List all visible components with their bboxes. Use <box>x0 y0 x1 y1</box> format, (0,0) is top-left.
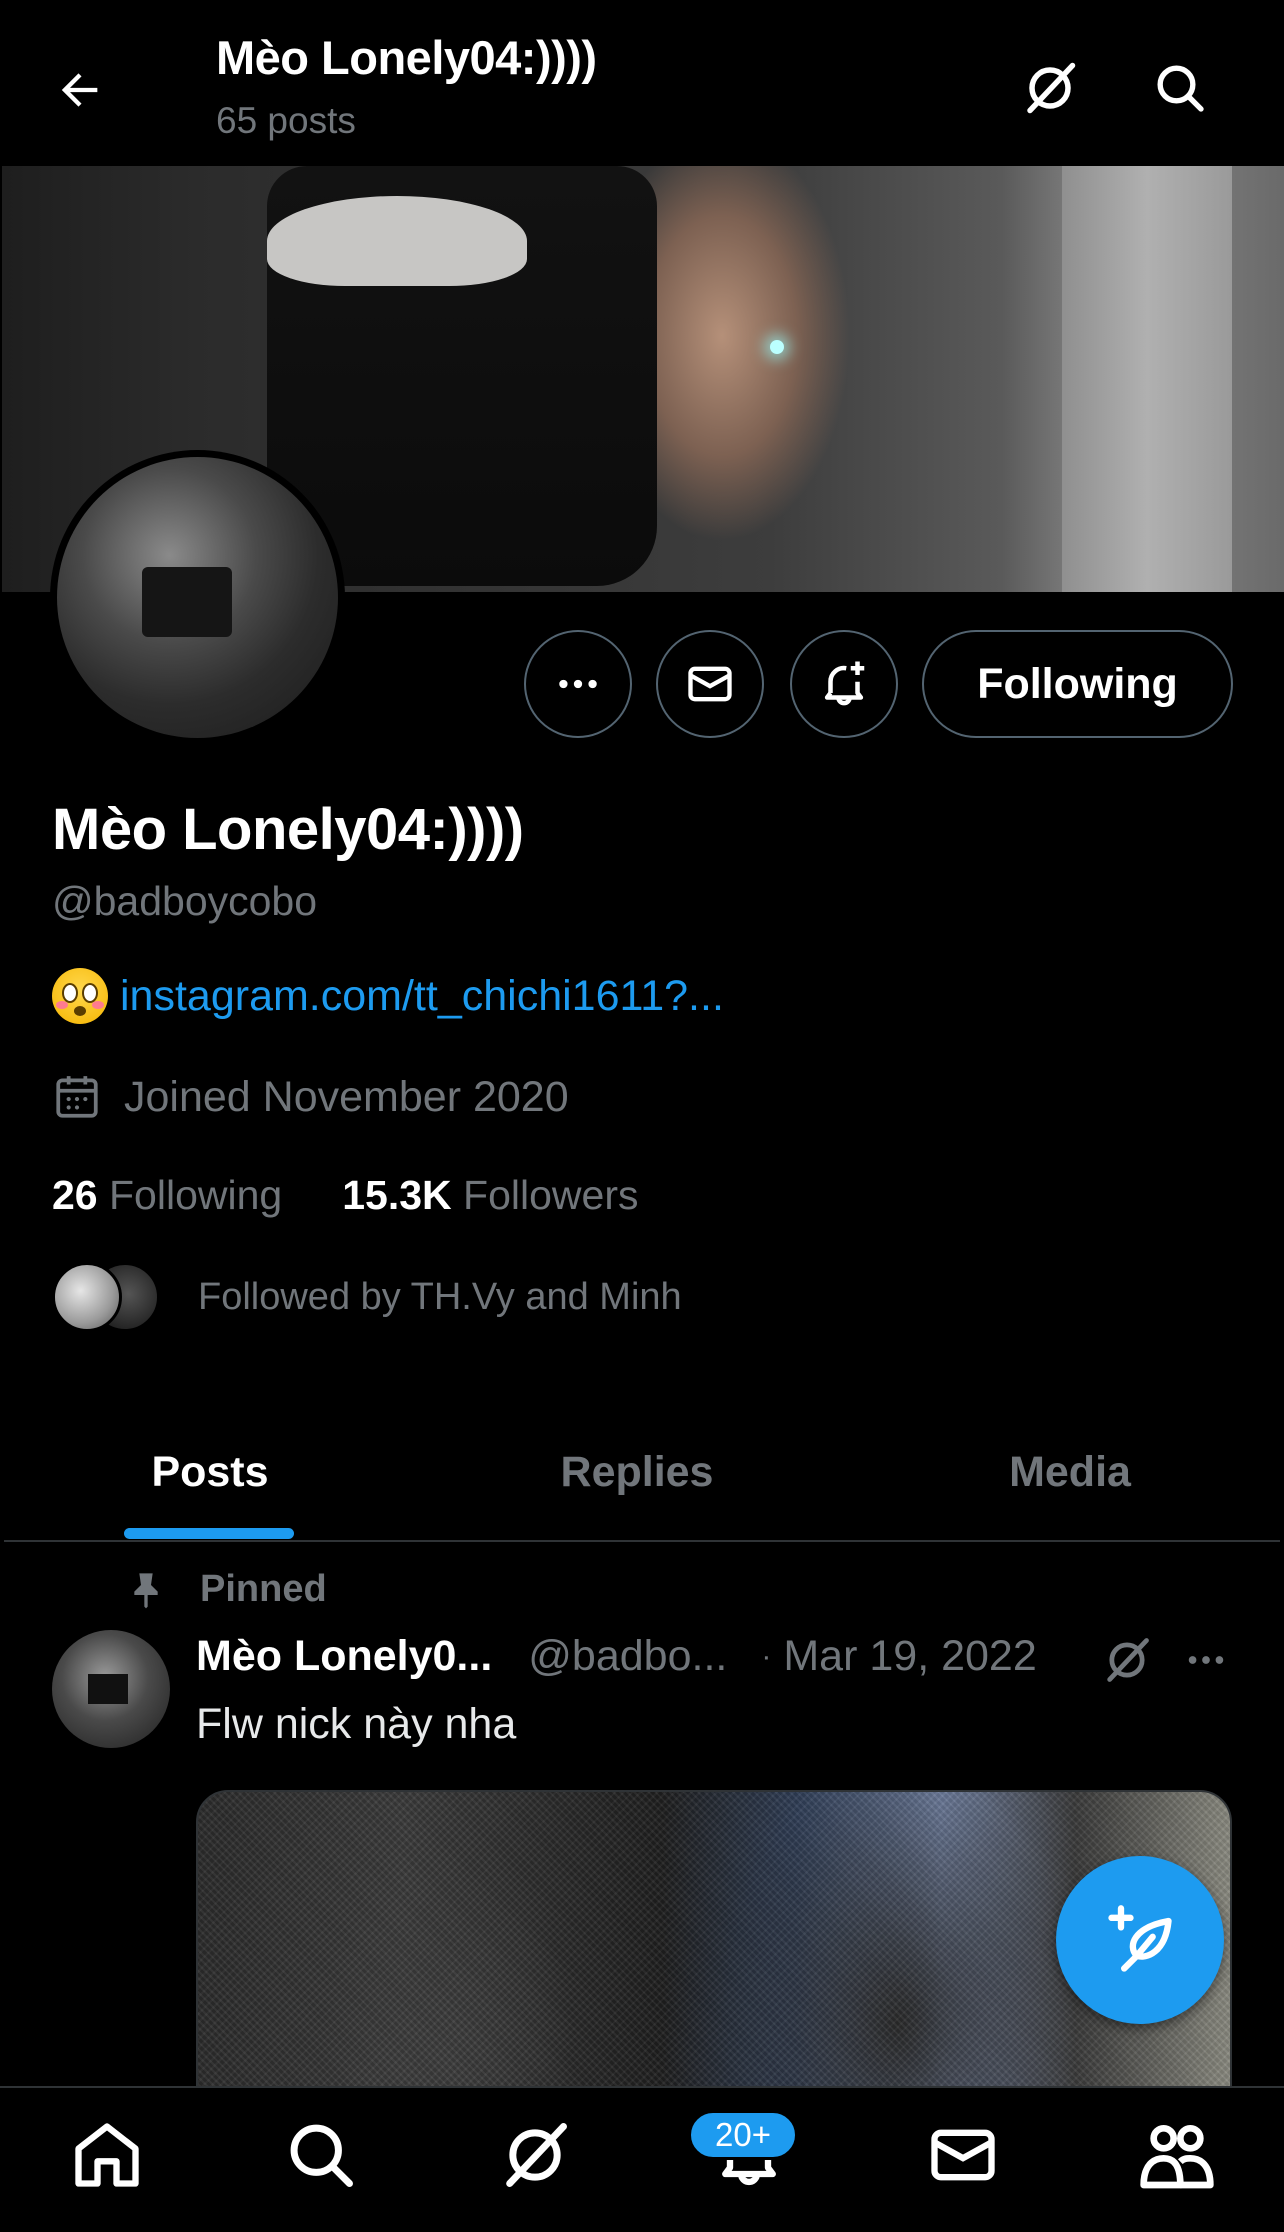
nav-messages[interactable] <box>908 2100 1018 2210</box>
following-stat[interactable]: 26 Following <box>52 1172 282 1219</box>
following-label: Following <box>109 1172 283 1218</box>
top-bar <box>0 0 1284 166</box>
post-grok-button[interactable] <box>1092 1630 1162 1690</box>
mail-icon <box>688 666 732 702</box>
search-button[interactable] <box>1140 48 1220 128</box>
grok-icon <box>1107 1638 1149 1682</box>
notifications-badge: 20+ <box>688 2110 798 2160</box>
following-button[interactable]: Following <box>922 630 1233 738</box>
back-arrow-icon <box>61 73 98 107</box>
compose-feather-icon <box>1108 1905 1172 1972</box>
bell-plus-icon <box>824 661 865 706</box>
more-button[interactable] <box>524 630 632 738</box>
grok-button[interactable] <box>1010 48 1090 128</box>
post-count: 65 posts <box>216 100 356 141</box>
bio-link[interactable]: instagram.com/tt_chichi1611?... <box>120 972 724 1021</box>
post-more-button[interactable] <box>1176 1630 1236 1690</box>
post-author-name[interactable]: Mèo Lonely0... <box>196 1632 492 1681</box>
grok-icon <box>506 2123 567 2187</box>
calendar-icon <box>56 1076 98 1118</box>
post-text: Flw nick này nha <box>196 1700 517 1748</box>
following-count: 26 <box>52 1172 98 1218</box>
post-author-handle[interactable]: @badbo... <box>528 1632 727 1681</box>
banner-light <box>770 340 784 354</box>
bottom-navigation <box>0 2086 1284 2232</box>
post-date[interactable]: Mar 19, 2022 <box>783 1632 1036 1681</box>
profile-handle: @badboycobo <box>52 878 318 924</box>
back-button[interactable] <box>40 50 120 130</box>
follower-avatar <box>52 1262 122 1332</box>
avatar-image <box>57 457 338 738</box>
communities-icon <box>1140 2125 1214 2189</box>
nav-grok[interactable] <box>480 2100 590 2210</box>
post-author-avatar[interactable] <box>52 1630 170 1748</box>
flushed-face-emoji <box>52 968 108 1024</box>
profile-name: Mèo Lonely04:)))) <box>52 797 524 862</box>
banner-wall <box>1062 166 1232 592</box>
nav-communities[interactable] <box>1122 2100 1232 2210</box>
page-title: Mèo Lonely04:)))) <box>216 31 597 84</box>
joined-info: Joined November 2020 <box>52 1072 569 1122</box>
followers-stat[interactable]: 15.3K Followers <box>342 1172 638 1219</box>
banner-lace <box>267 196 527 286</box>
tab-media[interactable]: Media <box>920 1400 1220 1544</box>
tab-posts[interactable]: Posts <box>60 1400 360 1544</box>
messages-icon <box>931 2129 995 2181</box>
follow-stats: 26 Following 15.3K Followers <box>52 1172 638 1219</box>
tab-divider <box>4 1540 1280 1542</box>
home-icon <box>75 2123 139 2187</box>
profile-tabs: Posts Replies Media <box>0 1400 1284 1544</box>
nav-search[interactable] <box>266 2100 376 2210</box>
followed-by-text: Followed by TH.Vy and Minh <box>198 1275 682 1318</box>
compose-button[interactable] <box>1056 1856 1224 2024</box>
search-icon <box>290 2124 353 2187</box>
grok-icon <box>1027 62 1076 114</box>
nav-home[interactable] <box>52 2100 162 2210</box>
post-header: Mèo Lonely0... @badbo... · Mar 19, 2022 <box>196 1632 1037 1681</box>
pin-icon <box>134 1572 158 1608</box>
pinned-label: Pinned <box>126 1568 327 1611</box>
more-icon <box>559 679 597 689</box>
pinned-text: Pinned <box>200 1568 327 1610</box>
followers-label: Followers <box>463 1172 639 1218</box>
notify-button[interactable] <box>790 630 898 738</box>
profile-avatar[interactable] <box>50 450 345 745</box>
active-tab-indicator <box>124 1528 294 1539</box>
message-button[interactable] <box>656 630 764 738</box>
more-icon <box>1188 1656 1224 1664</box>
followers-count: 15.3K <box>342 1172 452 1218</box>
bio: instagram.com/tt_chichi1611?... <box>52 968 724 1024</box>
search-icon <box>1157 65 1204 112</box>
post-separator: · <box>761 1639 772 1673</box>
joined-date: Joined November 2020 <box>124 1072 569 1121</box>
tab-replies[interactable]: Replies <box>487 1400 787 1544</box>
followed-by[interactable]: Followed by TH.Vy and Minh <box>52 1262 682 1332</box>
